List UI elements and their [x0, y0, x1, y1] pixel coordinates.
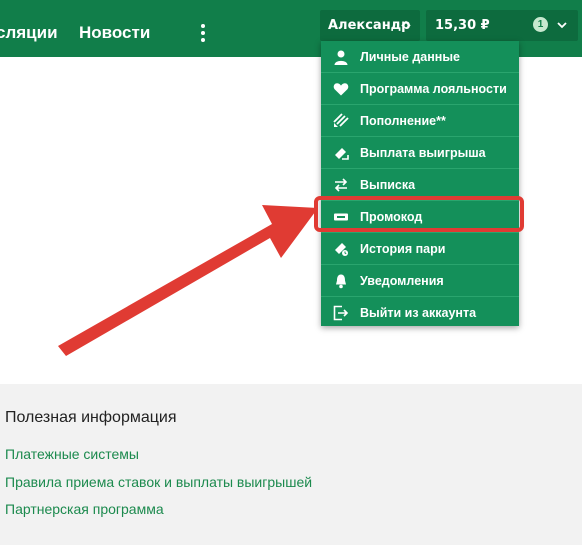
footer-title: Полезная информация	[5, 409, 177, 426]
footer-link-betting-rules[interactable]: Правила приема ставок и выплаты выигрыше…	[5, 474, 312, 490]
footer-link-payment-systems[interactable]: Платежные системы	[5, 446, 139, 462]
footer-link-partner-program[interactable]: Партнерская программа	[5, 501, 164, 517]
footer-info-section: Полезная информация Платежные системы Пр…	[0, 384, 582, 545]
